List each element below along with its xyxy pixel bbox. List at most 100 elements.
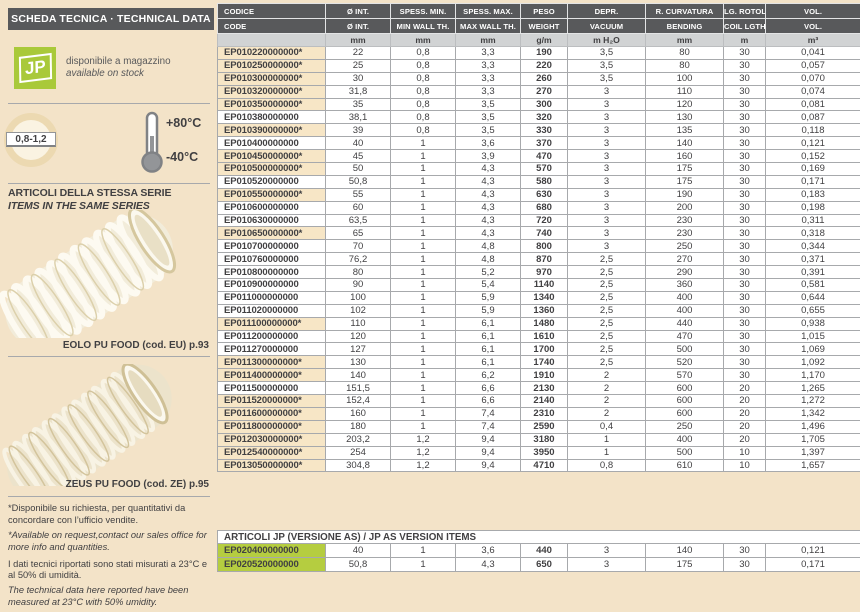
table-row: EP011200000000 120 1 6,1 1610 2,5 470 30… <box>218 330 860 343</box>
inner-diameter-cell: 80 <box>326 266 391 279</box>
weight-cell: 570 <box>521 163 568 176</box>
volume-cell: 1,397 <box>766 446 860 459</box>
stock-line-it: disponibile a magazzino <box>66 56 171 68</box>
coil-length-cell: 20 <box>724 420 766 433</box>
table-row: EP010320000000* 31,8 0,8 3,3 270 3 110 3… <box>218 85 860 98</box>
bending-cell: 400 <box>646 433 724 446</box>
bending-cell: 80 <box>646 47 724 60</box>
coil-length-cell: 30 <box>724 558 766 572</box>
coil-length-cell: 30 <box>724 266 766 279</box>
code-cell: EP010520000000 <box>218 175 326 188</box>
coil-length-cell: 30 <box>724 317 766 330</box>
table-row: EP011000000000 100 1 5,9 1340 2,5 400 30… <box>218 291 860 304</box>
volume-cell: 0,169 <box>766 163 860 176</box>
inner-diameter-cell: 38,1 <box>326 111 391 124</box>
divider <box>8 103 210 104</box>
coil-length-cell: 30 <box>724 304 766 317</box>
coil-length-cell: 20 <box>724 407 766 420</box>
vacuum-cell: 2,5 <box>568 266 646 279</box>
max-wall-cell: 6,1 <box>456 330 521 343</box>
weight-cell: 720 <box>521 214 568 227</box>
technical-data-sheet: SCHEDA TECNICA · TECHNICAL DATA JP dispo… <box>0 0 860 605</box>
footnote-availability-en: *Available on request,contact our sales … <box>8 530 216 554</box>
max-wall-cell: 4,3 <box>456 227 521 240</box>
coil-length-cell: 30 <box>724 240 766 253</box>
bending-cell: 400 <box>646 291 724 304</box>
volume-cell: 0,655 <box>766 304 860 317</box>
min-wall-cell: 0,8 <box>391 111 456 124</box>
max-wall-cell: 3,5 <box>456 98 521 111</box>
max-wall-cell: 7,4 <box>456 407 521 420</box>
table-row: EP010300000000* 30 0,8 3,3 260 3,5 100 3… <box>218 72 860 85</box>
table-row: EP011520000000* 152,4 1 6,6 2140 2 600 2… <box>218 395 860 408</box>
volume-cell: 0,371 <box>766 253 860 266</box>
max-wall-cell: 3,3 <box>456 85 521 98</box>
max-wall-cell: 5,9 <box>456 304 521 317</box>
table-row: EP010250000000* 25 0,8 3,3 220 3,5 80 30… <box>218 59 860 72</box>
bending-cell: 500 <box>646 446 724 459</box>
table-row: EP011100000000* 110 1 6,1 1480 2,5 440 3… <box>218 317 860 330</box>
table-row: EP010350000000* 35 0,8 3,5 300 3 120 30 … <box>218 98 860 111</box>
max-wall-cell: 3,6 <box>456 137 521 150</box>
coil-length-cell: 30 <box>724 124 766 137</box>
as-table-row: EP020520000000 50,8 1 4,3 650 3 175 30 0… <box>218 558 860 572</box>
inner-diameter-cell: 70 <box>326 240 391 253</box>
bending-cell: 520 <box>646 356 724 369</box>
vacuum-cell: 0,8 <box>568 459 646 472</box>
inner-diameter-cell: 30 <box>326 72 391 85</box>
max-wall-cell: 4,3 <box>456 201 521 214</box>
code-cell: EP010450000000* <box>218 150 326 163</box>
table-row: EP010380000000 38,1 0,8 3,5 320 3 130 30… <box>218 111 860 124</box>
temp-min-label: -40°C <box>166 150 216 164</box>
bending-cell: 600 <box>646 395 724 408</box>
coil-length-cell: 30 <box>724 72 766 85</box>
table-row: EP011500000000 151,5 1 6,6 2130 2 600 20… <box>218 382 860 395</box>
coil-length-cell: 30 <box>724 98 766 111</box>
vacuum-cell: 3,5 <box>568 59 646 72</box>
hose-photo-zeus <box>0 364 200 486</box>
code-cell: EP011600000000* <box>218 407 326 420</box>
weight-cell: 2590 <box>521 420 568 433</box>
volume-cell: 0,121 <box>766 137 860 150</box>
code-cell: EP010390000000* <box>218 124 326 137</box>
inner-diameter-cell: 140 <box>326 369 391 382</box>
inner-diameter-cell: 120 <box>326 330 391 343</box>
column-unit: mm <box>456 34 521 47</box>
divider <box>8 183 210 184</box>
vacuum-cell: 3 <box>568 544 646 558</box>
max-wall-cell: 9,4 <box>456 459 521 472</box>
weight-cell: 3950 <box>521 446 568 459</box>
column-header-en: BENDING <box>646 19 724 34</box>
column-unit: g/m <box>521 34 568 47</box>
code-cell: EP011800000000* <box>218 420 326 433</box>
coil-length-cell: 30 <box>724 330 766 343</box>
weight-cell: 1700 <box>521 343 568 356</box>
stock-text: disponibile a magazzino available on sto… <box>66 56 171 80</box>
bending-cell: 175 <box>646 558 724 572</box>
inner-diameter-cell: 152,4 <box>326 395 391 408</box>
min-wall-cell: 1 <box>391 214 456 227</box>
code-cell: EP010400000000 <box>218 137 326 150</box>
min-wall-cell: 0,8 <box>391 85 456 98</box>
max-wall-cell: 3,9 <box>456 150 521 163</box>
bending-cell: 130 <box>646 111 724 124</box>
min-wall-cell: 1,2 <box>391 446 456 459</box>
bending-cell: 230 <box>646 214 724 227</box>
inner-diameter-cell: 254 <box>326 446 391 459</box>
vacuum-cell: 3,5 <box>568 47 646 60</box>
column-header-it: R. CURVATURA <box>646 4 724 19</box>
min-wall-cell: 1 <box>391 227 456 240</box>
code-cell: EP010320000000* <box>218 85 326 98</box>
column-header-en: MIN WALL TH. <box>391 19 456 34</box>
min-wall-cell: 1 <box>391 330 456 343</box>
table-row: EP010520000000 50,8 1 4,3 580 3 175 30 0… <box>218 175 860 188</box>
min-wall-cell: 1 <box>391 343 456 356</box>
max-wall-cell: 3,3 <box>456 47 521 60</box>
table-row: EP010900000000 90 1 5,4 1140 2,5 360 30 … <box>218 279 860 292</box>
table-row: EP010650000000* 65 1 4,3 740 3 230 30 0,… <box>218 227 860 240</box>
weight-cell: 220 <box>521 59 568 72</box>
column-unit: m <box>724 34 766 47</box>
column-unit: mm <box>646 34 724 47</box>
code-cell: EP010550000000* <box>218 188 326 201</box>
table-row: EP010400000000 40 1 3,6 370 3 140 30 0,1… <box>218 137 860 150</box>
